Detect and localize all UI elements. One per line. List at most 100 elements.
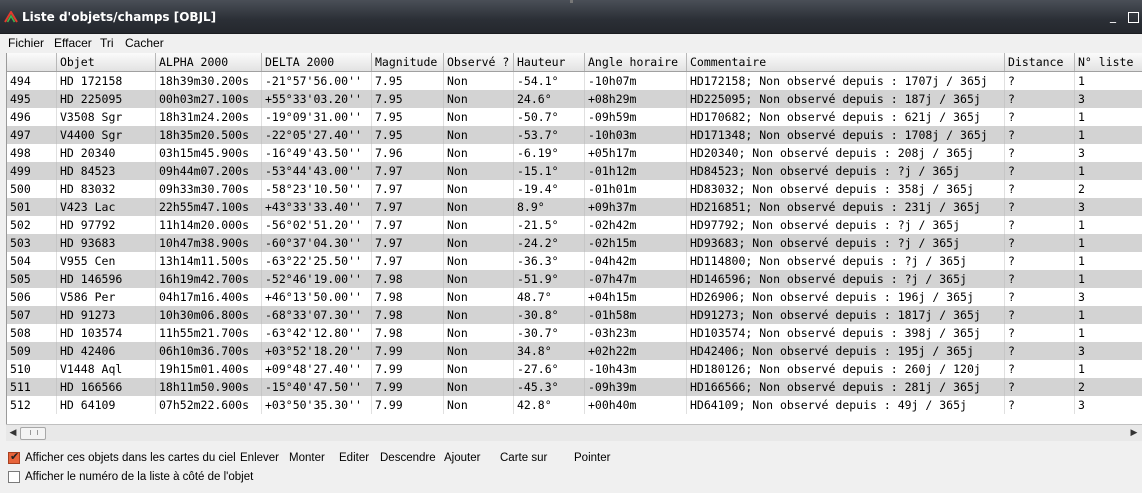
table-row[interactable]: 497 V4400 Sgr 18h35m20.500s -22°05'27.40'' 7…: [7, 126, 1142, 144]
horizontal-scrollbar[interactable]: ◀ ▶: [6, 424, 1142, 441]
column-header-hauteur[interactable]: Hauteur: [514, 53, 585, 71]
column-header-distance[interactable]: Distance: [1005, 53, 1075, 71]
show-in-maps-checkbox[interactable]: [8, 450, 20, 464]
cell-angle-horaire: -10h07m: [585, 72, 687, 90]
cell-numero-liste: 1: [1075, 126, 1142, 144]
cell-delta-2000: -63°22'25.50'': [262, 252, 372, 270]
enlever-button[interactable]: Enlever: [240, 452, 279, 464]
table-row[interactable]: 502 HD 97792 11h14m20.000s -56°02'51.20'' 7.…: [7, 216, 1142, 234]
cell-observe: Non: [444, 396, 514, 414]
cell-delta-2000: +09°48'27.40'': [262, 360, 372, 378]
cell-angle-horaire: -09h39m: [585, 378, 687, 396]
cell-distance: ?: [1005, 324, 1075, 342]
table-row[interactable]: 501 V423 Lac 22h55m47.100s +43°33'33.40'' 7.…: [7, 198, 1142, 216]
cell-hauteur: -50.7°: [514, 108, 585, 126]
table-row[interactable]: 500 HD 83032 09h33m30.700s -58°23'10.50'' 7.…: [7, 180, 1142, 198]
column-header-commentaire[interactable]: Commentaire: [687, 53, 1005, 71]
menu-cacher[interactable]: Cacher: [125, 36, 164, 50]
cell-commentaire: HD225095; Non observé depuis : 187j / 36…: [687, 90, 1005, 108]
cell-numero-liste: 2: [1075, 378, 1142, 396]
maximize-button[interactable]: [1128, 12, 1139, 23]
cell-row-number: 507: [7, 306, 57, 324]
column-header-objet[interactable]: Objet: [57, 53, 156, 71]
table-row[interactable]: 498 HD 20340 03h15m45.900s -16°49'43.50'' 7.…: [7, 144, 1142, 162]
cell-angle-horaire: -02h42m: [585, 216, 687, 234]
scroll-grip-icon: [30, 430, 38, 435]
column-header-numero-liste[interactable]: N° liste: [1075, 53, 1142, 71]
cell-hauteur: -24.2°: [514, 234, 585, 252]
cell-alpha-2000: 00h03m27.100s: [156, 90, 262, 108]
column-header-magnitude[interactable]: Magnitude: [372, 53, 444, 71]
table-row[interactable]: 506 V586 Per 04h17m16.400s +46°13'50.00'' 7.…: [7, 288, 1142, 306]
cell-observe: Non: [444, 72, 514, 90]
column-header-row-number[interactable]: [7, 53, 57, 71]
cell-commentaire: HD170682; Non observé depuis : 621j / 36…: [687, 108, 1005, 126]
table-row[interactable]: 509 HD 42406 06h10m36.700s +03°52'18.20'' 7.…: [7, 342, 1142, 360]
cell-distance: ?: [1005, 180, 1075, 198]
cell-numero-liste: 1: [1075, 234, 1142, 252]
column-header-observe[interactable]: Observé ?: [444, 53, 514, 71]
object-list-grid[interactable]: Objet ALPHA 2000 DELTA 2000 Magnitude Observ…: [6, 53, 1142, 424]
cell-row-number: 499: [7, 162, 57, 180]
column-header-alpha-2000[interactable]: ALPHA 2000: [156, 53, 262, 71]
table-row[interactable]: 510 V1448 Aql 19h15m01.400s +09°48'27.40'' 7…: [7, 360, 1142, 378]
cell-hauteur: -19.4°: [514, 180, 585, 198]
table-row[interactable]: 499 HD 84523 09h44m07.200s -53°44'43.00'' 7.…: [7, 162, 1142, 180]
cell-magnitude: 7.98: [372, 306, 444, 324]
menu-fichier[interactable]: Fichier: [8, 36, 44, 50]
cell-hauteur: -54.1°: [514, 72, 585, 90]
cell-alpha-2000: 18h11m50.900s: [156, 378, 262, 396]
column-header-delta-2000[interactable]: DELTA 2000: [262, 53, 372, 71]
table-row[interactable]: 508 HD 103574 11h55m21.700s -63°42'12.80'' 7…: [7, 324, 1142, 342]
cell-row-number: 511: [7, 378, 57, 396]
pointer-button[interactable]: Pointer: [574, 452, 610, 464]
table-row[interactable]: 494 HD 172158 18h39m30.200s -21°57'56.00'' 7…: [7, 72, 1142, 90]
cell-objet: HD 146596: [57, 270, 156, 288]
column-header-angle-horaire[interactable]: Angle horaire: [585, 53, 687, 71]
cell-row-number: 510: [7, 360, 57, 378]
table-row[interactable]: 512 HD 64109 07h52m22.600s +03°50'35.30'' 7.…: [7, 396, 1142, 414]
cell-numero-liste: 1: [1075, 324, 1142, 342]
scroll-right-icon[interactable]: ▶: [1128, 427, 1140, 439]
table-row[interactable]: 495 HD 225095 00h03m27.100s +55°33'03.20'' 7…: [7, 90, 1142, 108]
show-list-number-checkbox[interactable]: [8, 471, 20, 483]
table-row[interactable]: 503 HD 93683 10h47m38.900s -60°37'04.30'' 7.…: [7, 234, 1142, 252]
table-row[interactable]: 511 HD 166566 18h11m50.900s -15°40'47.50'' 7…: [7, 378, 1142, 396]
cell-magnitude: 7.99: [372, 396, 444, 414]
cell-magnitude: 7.97: [372, 216, 444, 234]
cell-delta-2000: -58°23'10.50'': [262, 180, 372, 198]
table-row[interactable]: 496 V3508 Sgr 18h31m24.200s -19°09'31.00'' 7…: [7, 108, 1142, 126]
cell-distance: ?: [1005, 234, 1075, 252]
cell-numero-liste: 1: [1075, 306, 1142, 324]
cell-numero-liste: 1: [1075, 360, 1142, 378]
table-row[interactable]: 504 V955 Cen 13h14m11.500s -63°22'25.50'' 7.…: [7, 252, 1142, 270]
cell-numero-liste: 3: [1075, 288, 1142, 306]
minimize-button[interactable]: _: [1110, 10, 1116, 22]
cell-commentaire: HD97792; Non observé depuis : ?j / 365j: [687, 216, 1005, 234]
menu-tri[interactable]: Tri: [100, 36, 114, 50]
table-row[interactable]: 507 HD 91273 10h30m06.800s -68°33'07.30'' 7.…: [7, 306, 1142, 324]
menu-effacer[interactable]: Effacer: [54, 36, 92, 50]
scroll-left-icon[interactable]: ◀: [7, 427, 19, 439]
cell-hauteur: -45.3°: [514, 378, 585, 396]
cell-commentaire: HD42406; Non observé depuis : 195j / 365…: [687, 342, 1005, 360]
table-row[interactable]: 505 HD 146596 16h19m42.700s -52°46'19.00'' 7…: [7, 270, 1142, 288]
ajouter-button[interactable]: Ajouter: [444, 452, 480, 464]
cell-delta-2000: +55°33'03.20'': [262, 90, 372, 108]
cell-alpha-2000: 10h30m06.800s: [156, 306, 262, 324]
cell-row-number: 495: [7, 90, 57, 108]
monter-button[interactable]: Monter: [289, 452, 325, 464]
cell-delta-2000: +43°33'33.40'': [262, 198, 372, 216]
cell-hauteur: -6.19°: [514, 144, 585, 162]
carte-sur-button[interactable]: Carte sur: [500, 452, 547, 464]
cell-angle-horaire: +00h40m: [585, 396, 687, 414]
descendre-button[interactable]: Descendre: [380, 452, 436, 464]
cell-hauteur: -36.3°: [514, 252, 585, 270]
cell-delta-2000: -15°40'47.50'': [262, 378, 372, 396]
cell-magnitude: 7.97: [372, 252, 444, 270]
editer-button[interactable]: Editer: [339, 452, 369, 464]
cell-magnitude: 7.99: [372, 342, 444, 360]
app-logo-icon: [4, 11, 18, 23]
cell-commentaire: HD26906; Non observé depuis : 196j / 365…: [687, 288, 1005, 306]
cell-commentaire: HD166566; Non observé depuis : 281j / 36…: [687, 378, 1005, 396]
